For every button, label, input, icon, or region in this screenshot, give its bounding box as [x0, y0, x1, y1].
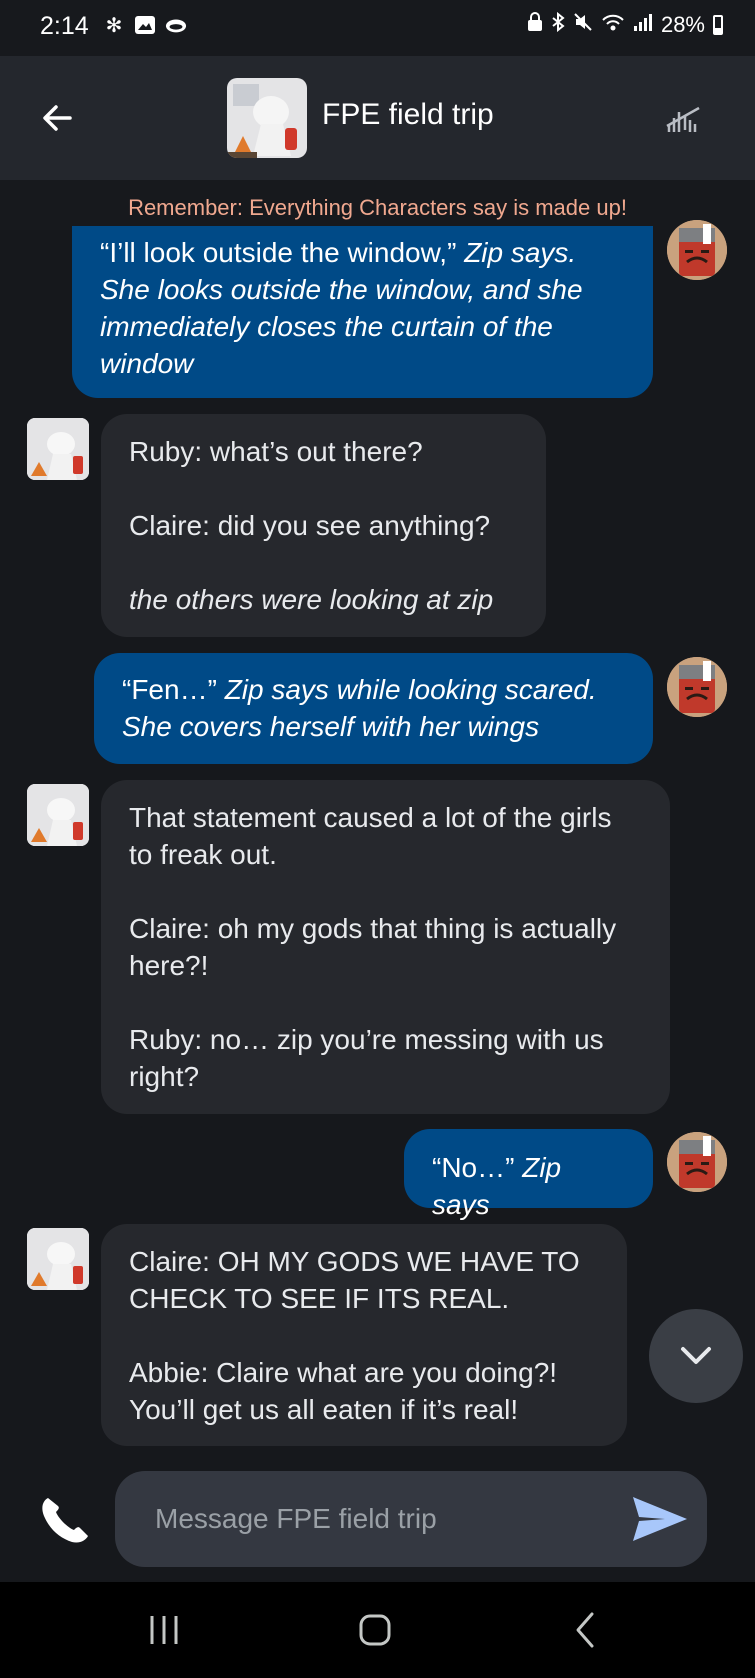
character-message[interactable]: Claire: OH MY GODS WE HAVE TO CHECK TO S… [101, 1224, 627, 1446]
chevron-down-icon [681, 1347, 711, 1364]
status-time: 2:14 [40, 12, 89, 40]
recents-button[interactable] [134, 1602, 194, 1658]
wifi-icon [601, 12, 625, 38]
chat-title: FPE field trip [322, 98, 494, 131]
message-input[interactable] [153, 1493, 597, 1545]
chevron-left-icon [576, 1612, 594, 1648]
history-button[interactable] [661, 96, 705, 140]
system-navigation-bar [0, 1582, 755, 1678]
recents-icon [150, 1616, 178, 1644]
battery-icon [713, 15, 723, 35]
history-icon [666, 106, 700, 132]
status-bar: 2:14 ✻ 28% [0, 0, 755, 56]
arrow-left-icon [43, 105, 72, 131]
disclaimer-banner: Remember: Everything Characters say is m… [0, 180, 755, 230]
scroll-down-button[interactable] [649, 1309, 743, 1403]
user-message[interactable]: “No…” Zip says [404, 1129, 653, 1220]
bluetooth-icon [551, 11, 565, 38]
back-button[interactable] [36, 96, 80, 140]
chat-avatar[interactable] [227, 78, 307, 158]
character-avatar[interactable] [27, 784, 89, 846]
chat-header: FPE field trip [0, 56, 755, 180]
user-avatar[interactable] [667, 220, 727, 280]
user-message[interactable]: “Fen…” Zip says while looking scared. Sh… [94, 653, 653, 764]
composer [0, 1450, 755, 1582]
message-input-container[interactable] [115, 1471, 707, 1567]
signal-icon [633, 12, 653, 38]
system-back-button[interactable] [556, 1602, 616, 1658]
cloud-icon [165, 14, 187, 36]
user-avatar[interactable] [667, 1132, 727, 1192]
mute-icon [573, 12, 593, 38]
user-message[interactable]: “I’ll look outside the window,” Zip says… [72, 226, 653, 398]
home-icon [359, 1614, 391, 1646]
send-icon [633, 1497, 687, 1541]
battery-percent: 28% [660, 12, 705, 37]
home-button[interactable] [345, 1602, 405, 1658]
gallery-icon [134, 14, 156, 36]
character-avatar[interactable] [27, 418, 89, 480]
character-message[interactable]: That statement caused a lot of the girls… [101, 780, 670, 1114]
character-avatar[interactable] [27, 1228, 89, 1290]
call-button[interactable] [34, 1490, 94, 1550]
phone-icon [42, 1498, 88, 1543]
user-avatar[interactable] [667, 657, 727, 717]
fan-icon: ✻ [105, 14, 123, 37]
lock-icon [527, 12, 543, 38]
send-button[interactable] [627, 1491, 691, 1547]
character-message[interactable]: Ruby: what’s out there? Claire: did you … [101, 414, 546, 637]
